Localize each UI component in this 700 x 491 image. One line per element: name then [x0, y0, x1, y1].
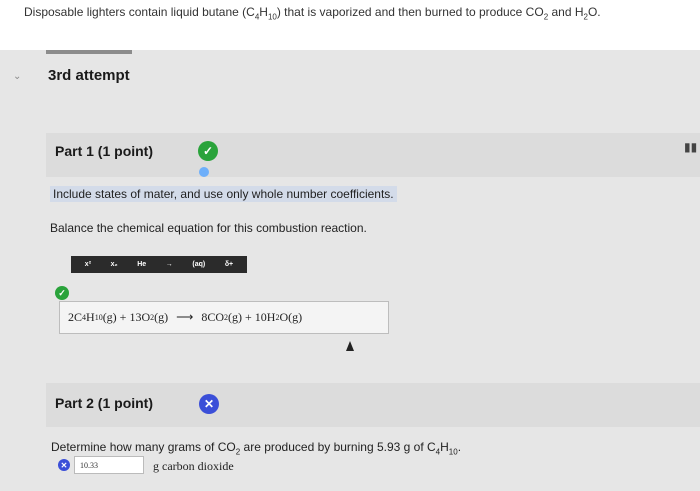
equation-answer[interactable]: 2C 4 H 10 (g) + 13O 2 (g) ⟶ 8CO 2 (g) + 10H 2 O(g): [59, 301, 389, 334]
attempt-title[interactable]: 3rd attempt: [48, 67, 130, 84]
grams-answer-input[interactable]: [74, 456, 144, 474]
chevron-down-icon[interactable]: ⌄: [13, 71, 21, 82]
instruction-text: Include states of mater, and use only wh…: [50, 186, 397, 202]
part1-title: Part 1 (1 point): [55, 143, 154, 159]
element-button[interactable]: He: [137, 261, 146, 268]
answer-incorrect-icon: ✕: [58, 459, 70, 471]
reaction-arrow: ⟶: [176, 310, 194, 324]
attempt-tab-indicator: [46, 50, 132, 54]
question-text: Disposable lighters contain liquid butan…: [24, 5, 601, 22]
part2-question: Determine how many grams of CO2 are prod…: [51, 440, 462, 457]
superscript-button[interactable]: x²: [85, 261, 91, 268]
equation-toolbar: x² x₂ He → (aq) δ+: [71, 256, 247, 273]
subscript-button[interactable]: x₂: [111, 261, 118, 268]
balance-prompt: Balance the chemical equation for this c…: [50, 221, 367, 235]
equation-check-icon: ✓: [55, 286, 69, 300]
unit-label: g carbon dioxide: [153, 459, 234, 473]
partial-charge-button[interactable]: δ+: [225, 261, 233, 268]
cursor-highlight-icon: [199, 167, 209, 177]
x-icon: ✕: [199, 394, 219, 414]
check-icon: ✓: [198, 141, 218, 161]
mouse-pointer-icon: [346, 341, 354, 351]
reaction-arrow-button[interactable]: →: [166, 261, 173, 268]
state-button[interactable]: (aq): [192, 261, 205, 268]
chart-icon[interactable]: ▮▮: [684, 140, 697, 154]
part2-title: Part 2 (1 point): [55, 395, 154, 411]
